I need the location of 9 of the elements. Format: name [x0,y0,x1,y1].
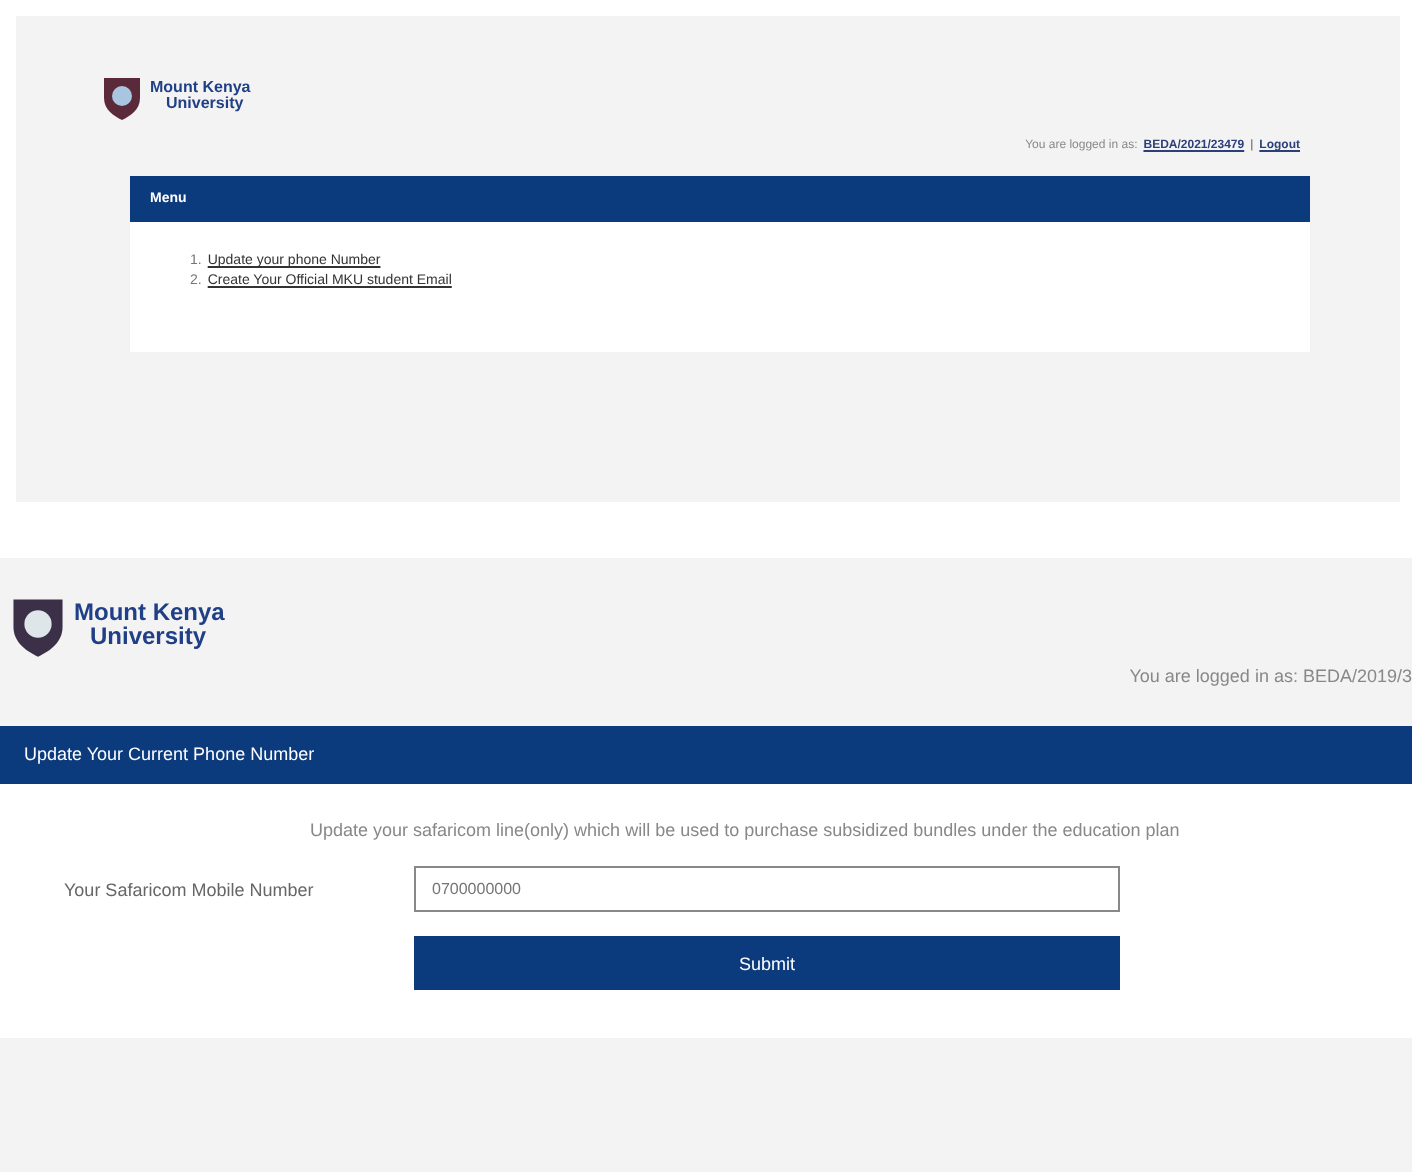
crest-icon [100,72,144,120]
university-logo: Mount Kenya University [8,590,225,659]
submit-button[interactable]: Submit [414,936,1120,991]
login-status: You are logged in as: BEDA/2019/3 [1129,666,1412,687]
description-text: Update your safaricom line(only) which will be used to purchase subsidized bundles under the education plan [310,818,1182,845]
university-logo: Mount Kenya University [100,72,251,120]
panel-header: Update Your Current Phone Number [0,726,1412,785]
phone-input-field[interactable]: 0700000000 [414,866,1120,913]
field-label: Your Safaricom Mobile Number [62,879,316,900]
